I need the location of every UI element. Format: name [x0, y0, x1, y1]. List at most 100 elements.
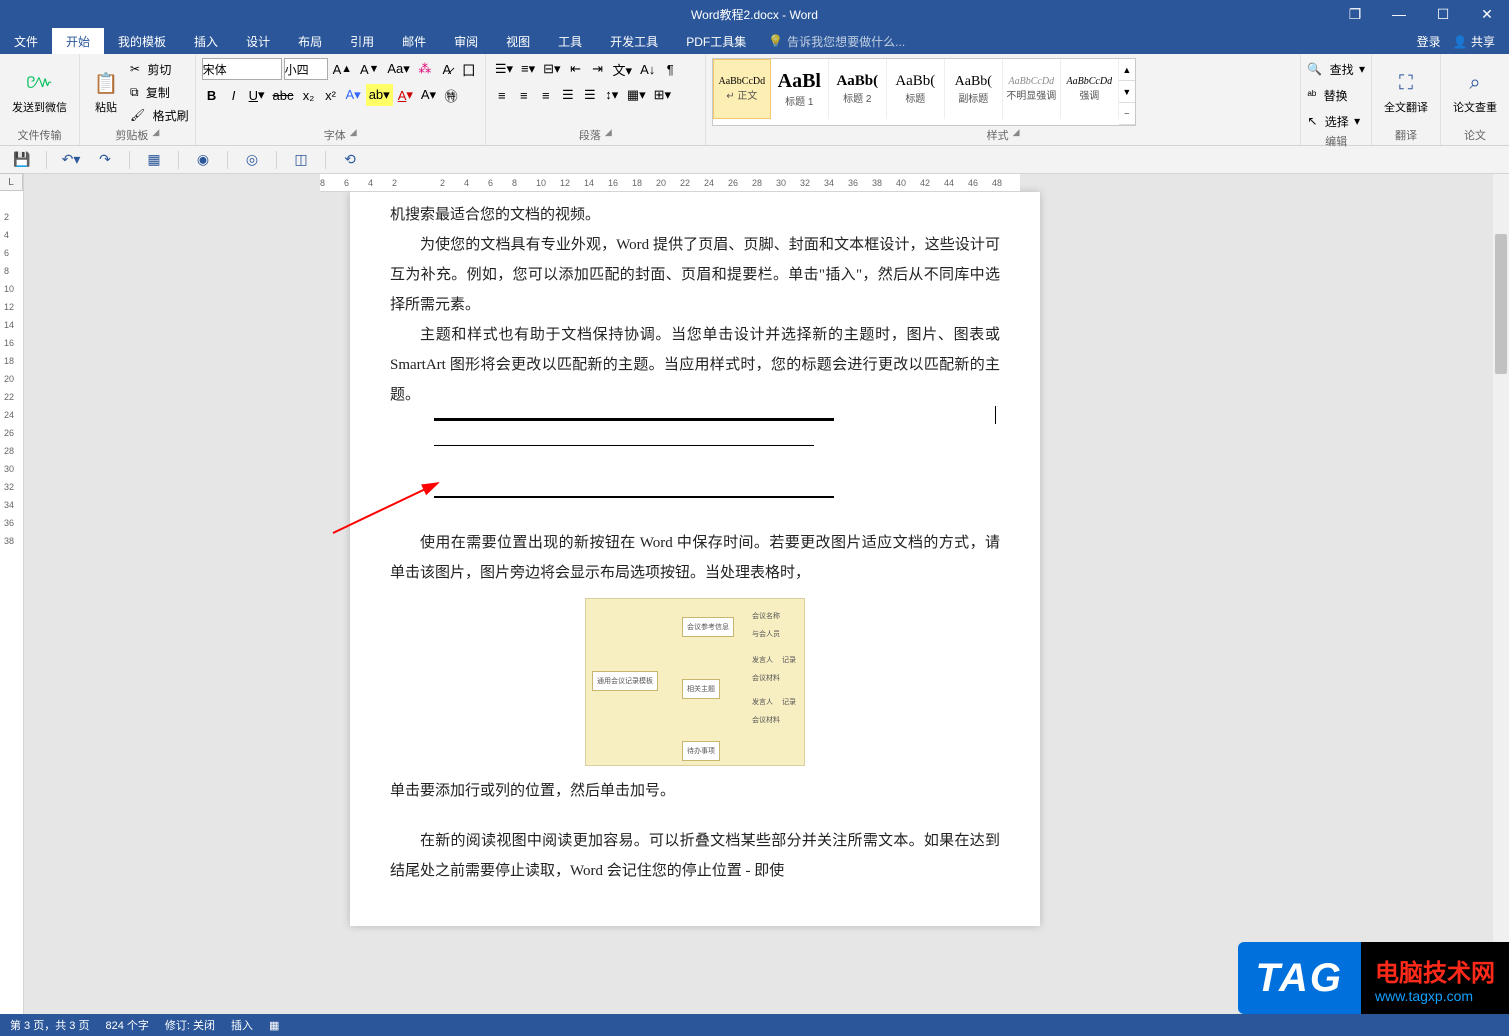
- char-shading-button[interactable]: A▾: [418, 84, 439, 106]
- qat-icon-3[interactable]: ◎: [242, 150, 262, 170]
- underline-button[interactable]: U▾: [246, 84, 268, 106]
- ruler-corner[interactable]: L: [0, 173, 23, 191]
- bold-button[interactable]: B: [202, 84, 222, 106]
- tab-pdf[interactable]: PDF工具集: [672, 28, 760, 54]
- strike-button[interactable]: abc: [270, 84, 297, 106]
- save-button[interactable]: 💾: [12, 150, 32, 170]
- clear-format-button[interactable]: A̷: [437, 58, 457, 80]
- align-left-button[interactable]: ≡: [492, 84, 512, 106]
- login-link[interactable]: 登录: [1417, 33, 1441, 50]
- translate-button[interactable]: ⛶全文翻译: [1378, 58, 1434, 126]
- tab-insert[interactable]: 插入: [180, 28, 232, 54]
- find-button[interactable]: 🔍 查找 ▾: [1307, 58, 1365, 80]
- justify-button[interactable]: ☰: [558, 84, 578, 106]
- decrease-indent-button[interactable]: ⇤: [566, 58, 586, 80]
- paragraph[interactable]: 主题和样式也有助于文档保持协调。当您单击设计并选择新的主题时，图片、图表或 Sm…: [390, 320, 1000, 410]
- superscript-button[interactable]: x²: [320, 84, 340, 106]
- copy-button[interactable]: ⧉ 复制: [130, 81, 189, 103]
- share-button[interactable]: 👤 共享: [1453, 33, 1495, 50]
- document-scroll[interactable]: 8642246810121416182022242628303234363840…: [24, 174, 1509, 1014]
- style-emphasis[interactable]: AaBbCcDd强调: [1061, 59, 1119, 119]
- numbering-button[interactable]: ≡▾: [518, 58, 538, 80]
- gallery-up-icon[interactable]: ▲: [1119, 59, 1135, 81]
- gallery-more-icon[interactable]: ⎯: [1119, 103, 1135, 125]
- qat-icon-5[interactable]: ⟲: [340, 150, 360, 170]
- cut-button[interactable]: ✂ 剪切: [130, 58, 189, 80]
- tab-tools[interactable]: 工具: [544, 28, 596, 54]
- shading-button[interactable]: ▦▾: [624, 84, 649, 106]
- replace-button[interactable]: ᵃᵇ 替换: [1307, 84, 1365, 106]
- status-track[interactable]: 修订: 关闭: [165, 1017, 215, 1033]
- style-title[interactable]: AaBb(标题: [887, 59, 945, 119]
- style-h2[interactable]: AaBb(标题 2: [829, 59, 887, 119]
- sort-button[interactable]: A↓: [637, 58, 658, 80]
- font-color-button[interactable]: A▾: [395, 84, 416, 106]
- minimize-button[interactable]: —: [1377, 0, 1421, 28]
- change-case-button[interactable]: Aa▾: [384, 58, 412, 80]
- maximize-button[interactable]: ☐: [1421, 0, 1465, 28]
- vertical-ruler[interactable]: L 2468101214161820222426283032343638: [0, 174, 24, 1014]
- paragraph[interactable]: 单击要添加行或列的位置，然后单击加号。: [390, 776, 1000, 806]
- thesis-check-button[interactable]: ⌕论文查重: [1447, 58, 1503, 126]
- distribute-button[interactable]: ☰: [580, 84, 600, 106]
- shrink-font-button[interactable]: A▼: [357, 58, 382, 80]
- align-center-button[interactable]: ≡: [514, 84, 534, 106]
- undo-button[interactable]: ↶▾: [61, 150, 81, 170]
- align-right-button[interactable]: ≡: [536, 84, 556, 106]
- style-normal[interactable]: AaBbCcDd↵ 正文: [713, 59, 771, 119]
- horizontal-line[interactable]: [434, 418, 834, 421]
- qat-icon-1[interactable]: ▦: [144, 150, 164, 170]
- styles-launcher-icon[interactable]: ◢: [1013, 127, 1020, 143]
- tell-me-box[interactable]: 💡告诉我您想要做什么...: [760, 28, 905, 54]
- style-subtle-emphasis[interactable]: AaBbCcDd不明显强调: [1003, 59, 1061, 119]
- char-border-button[interactable]: 囗: [459, 58, 479, 80]
- borders-button[interactable]: ⊞▾: [651, 84, 674, 106]
- status-mode[interactable]: 插入: [231, 1017, 253, 1033]
- subscript-button[interactable]: x₂: [298, 84, 318, 106]
- multilevel-button[interactable]: ⊟▾: [540, 58, 563, 80]
- enclose-char-button[interactable]: ㊕: [441, 84, 461, 106]
- tab-design[interactable]: 设计: [232, 28, 284, 54]
- horizontal-line[interactable]: [434, 496, 834, 498]
- gallery-down-icon[interactable]: ▼: [1119, 81, 1135, 103]
- show-marks-button[interactable]: ¶: [660, 58, 680, 80]
- phonetic-guide-button[interactable]: ⁂: [415, 58, 435, 80]
- embedded-diagram[interactable]: 通用会议记录模板 会议参考信息 相关主题 待办事项 会议名称 与会人员 发言人 …: [585, 598, 805, 766]
- redo-button[interactable]: ↷: [95, 150, 115, 170]
- paragraph-launcher-icon[interactable]: ◢: [605, 127, 612, 143]
- tab-home[interactable]: 开始: [52, 28, 104, 54]
- asian-layout-button[interactable]: 文▾: [610, 58, 636, 80]
- ribbon-options-icon[interactable]: ❐: [1333, 0, 1377, 28]
- horizontal-ruler[interactable]: 8642246810121416182022242628303234363840…: [320, 174, 1020, 192]
- select-button[interactable]: ↖ 选择 ▾: [1307, 110, 1365, 132]
- vertical-scrollbar[interactable]: [1493, 174, 1509, 1014]
- horizontal-line[interactable]: [434, 445, 814, 446]
- close-button[interactable]: ✕: [1465, 0, 1509, 28]
- increase-indent-button[interactable]: ⇥: [588, 58, 608, 80]
- tab-mailings[interactable]: 邮件: [388, 28, 440, 54]
- tab-references[interactable]: 引用: [336, 28, 388, 54]
- bullets-button[interactable]: ☰▾: [492, 58, 516, 80]
- italic-button[interactable]: I: [224, 84, 244, 106]
- grow-font-button[interactable]: A▲: [330, 58, 355, 80]
- font-name-combo[interactable]: [202, 58, 282, 80]
- text-effects-button[interactable]: A▾: [342, 84, 363, 106]
- gallery-scroll[interactable]: ▲▼⎯: [1119, 59, 1135, 125]
- qat-icon-4[interactable]: ◫: [291, 150, 311, 170]
- status-macro-icon[interactable]: ▦: [269, 1019, 279, 1032]
- document-page[interactable]: 机搜索最适合您的文档的视频。 为使您的文档具有专业外观，Word 提供了页眉、页…: [350, 192, 1040, 926]
- style-subtitle[interactable]: AaBb(副标题: [945, 59, 1003, 119]
- paragraph[interactable]: 为使您的文档具有专业外观，Word 提供了页眉、页脚、封面和文本框设计，这些设计…: [390, 230, 1000, 320]
- tab-dev[interactable]: 开发工具: [596, 28, 672, 54]
- paragraph[interactable]: 机搜索最适合您的文档的视频。: [390, 200, 1000, 230]
- tab-file[interactable]: 文件: [0, 28, 52, 54]
- tab-layout[interactable]: 布局: [284, 28, 336, 54]
- scrollbar-thumb[interactable]: [1495, 234, 1507, 374]
- style-gallery[interactable]: AaBbCcDd↵ 正文 AaBl标题 1 AaBb(标题 2 AaBb(标题 …: [712, 58, 1136, 126]
- paragraph[interactable]: 在新的阅读视图中阅读更加容易。可以折叠文档某些部分并关注所需文本。如果在达到结尾…: [390, 826, 1000, 886]
- style-h1[interactable]: AaBl标题 1: [771, 59, 829, 119]
- status-words[interactable]: 824 个字: [105, 1017, 148, 1033]
- paste-button[interactable]: 📋 粘贴: [86, 58, 126, 126]
- line-spacing-button[interactable]: ↕▾: [602, 84, 622, 106]
- tab-view[interactable]: 视图: [492, 28, 544, 54]
